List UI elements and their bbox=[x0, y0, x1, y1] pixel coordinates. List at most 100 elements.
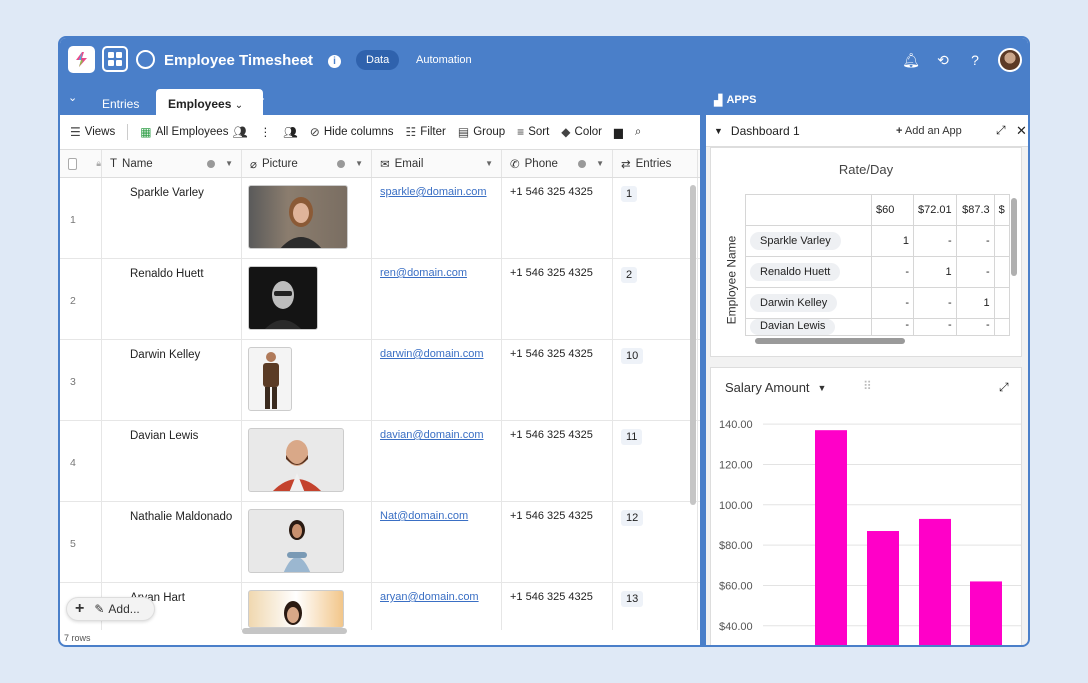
picture-cell[interactable] bbox=[242, 340, 372, 420]
pivot-vertical-scrollbar[interactable] bbox=[1011, 198, 1017, 276]
entries-cell[interactable]: 2 bbox=[613, 259, 698, 339]
entries-badge[interactable]: 13 bbox=[621, 591, 644, 607]
chevron-down-icon[interactable]: ▼ bbox=[596, 159, 604, 168]
app-logo[interactable] bbox=[68, 46, 95, 73]
picture-cell[interactable] bbox=[242, 421, 372, 501]
table-row[interactable]: 3 Darwin Kelley darwin@domain.com +1 546… bbox=[60, 340, 700, 421]
email-cell[interactable]: aryan@domain.com bbox=[372, 583, 502, 630]
column-header-picture[interactable]: ⌀ Picture ▼ bbox=[242, 150, 372, 177]
search-icon[interactable]: ⌕ bbox=[635, 126, 641, 139]
color-button[interactable]: ◆ Color bbox=[561, 125, 602, 139]
table-row[interactable]: Aryan Hart aryan@domain.com +1 546 325 4… bbox=[60, 583, 700, 630]
view-selector[interactable]: ▦ All Employees 👥︎ bbox=[140, 125, 247, 139]
entries-badge[interactable]: 10 bbox=[621, 348, 644, 364]
group-button[interactable]: ▤ Group bbox=[458, 125, 505, 139]
sort-button[interactable]: ≡ Sort bbox=[517, 125, 549, 139]
title-chevron-icon[interactable]: ⌄ bbox=[303, 53, 312, 66]
column-options-icon[interactable] bbox=[337, 159, 345, 168]
email-link[interactable]: sparkle@domain.com bbox=[380, 186, 487, 198]
tab-employees[interactable]: Employees ⌄ bbox=[156, 89, 264, 115]
share-people-icon[interactable]: 👥︎ bbox=[283, 125, 298, 139]
add-row-button[interactable]: + ✎ Add... bbox=[66, 597, 155, 621]
name-cell[interactable]: Darwin Kelley bbox=[102, 340, 242, 420]
chevron-down-icon[interactable]: ▼ bbox=[355, 159, 363, 168]
name-cell[interactable]: Renaldo Huett bbox=[102, 259, 242, 339]
history-icon[interactable]: ⟲ bbox=[934, 51, 952, 69]
views-button[interactable]: ☰ Views bbox=[70, 125, 115, 139]
entries-cell[interactable]: 13 bbox=[613, 583, 698, 630]
column-header-name[interactable]: T Name ▼ bbox=[102, 150, 242, 177]
apps-grid-icon[interactable] bbox=[102, 46, 128, 72]
phone-cell[interactable]: +1 546 325 4325 bbox=[502, 421, 613, 501]
email-link[interactable]: Nat@domain.com bbox=[380, 510, 468, 522]
entries-badge[interactable]: 1 bbox=[621, 186, 638, 202]
add-app-button[interactable]: + Add an App bbox=[896, 125, 962, 137]
column-options-icon[interactable] bbox=[578, 159, 586, 168]
filter-button[interactable]: ☷ Filter bbox=[406, 125, 446, 139]
email-cell[interactable]: darwin@domain.com bbox=[372, 340, 502, 420]
chart-bar[interactable] bbox=[815, 430, 847, 647]
email-link[interactable]: aryan@domain.com bbox=[380, 591, 479, 603]
table-row[interactable]: 4 Davian Lewis davian@domain.com +1 546 … bbox=[60, 421, 700, 502]
table-row[interactable]: 1 Sparkle Varley sparkle@domain.com +1 5… bbox=[60, 178, 700, 259]
column-header-entries[interactable]: ⇄ Entries bbox=[613, 150, 698, 177]
phone-cell[interactable]: +1 546 325 4325 bbox=[502, 502, 613, 582]
tab-entries[interactable]: Entries bbox=[90, 89, 151, 115]
email-cell[interactable]: davian@domain.com bbox=[372, 421, 502, 501]
entries-badge[interactable]: 2 bbox=[621, 267, 638, 283]
tab-automation[interactable]: Automation bbox=[416, 54, 472, 66]
chevron-down-icon[interactable]: ▼ bbox=[225, 159, 233, 168]
picture-cell[interactable] bbox=[242, 583, 372, 630]
picture-cell[interactable] bbox=[242, 502, 372, 582]
name-cell[interactable]: Nathalie Maldonado bbox=[102, 502, 242, 582]
phone-cell[interactable]: +1 546 325 4325 bbox=[502, 340, 613, 420]
phone-cell[interactable]: +1 546 325 4325 bbox=[502, 583, 613, 630]
email-cell[interactable]: ren@domain.com bbox=[372, 259, 502, 339]
info-icon[interactable]: i bbox=[328, 55, 341, 68]
tabs-chevron-icon[interactable]: ⌄ bbox=[68, 91, 77, 104]
table-row[interactable]: 2 Renaldo Huett ren@domain.com +1 546 32… bbox=[60, 259, 700, 340]
email-cell[interactable]: Nat@domain.com bbox=[372, 502, 502, 582]
entries-badge[interactable]: 11 bbox=[621, 429, 643, 445]
workspace-icon[interactable] bbox=[136, 50, 155, 69]
picture-cell[interactable] bbox=[242, 259, 372, 339]
name-cell[interactable]: Davian Lewis bbox=[102, 421, 242, 501]
help-icon[interactable]: ? bbox=[966, 51, 984, 69]
vertical-scrollbar[interactable] bbox=[690, 185, 696, 505]
pivot-horizontal-scrollbar[interactable] bbox=[755, 338, 905, 344]
hide-columns-button[interactable]: ⊘ Hide columns bbox=[310, 125, 394, 139]
entries-cell[interactable]: 12 bbox=[613, 502, 698, 582]
tab-data[interactable]: Data bbox=[356, 50, 400, 70]
add-table-button[interactable]: + bbox=[256, 91, 265, 108]
chevron-down-icon[interactable]: ▼ bbox=[714, 126, 723, 136]
picture-cell[interactable] bbox=[242, 178, 372, 258]
email-cell[interactable]: sparkle@domain.com bbox=[372, 178, 502, 258]
entries-cell[interactable]: 10 bbox=[613, 340, 698, 420]
dashboard-name[interactable]: Dashboard 1 bbox=[731, 124, 800, 138]
app-title[interactable]: Employee Timesheet bbox=[164, 52, 313, 69]
chart-bar[interactable] bbox=[867, 531, 899, 647]
column-options-icon[interactable] bbox=[207, 159, 215, 168]
name-cell[interactable]: Sparkle Varley bbox=[102, 178, 242, 258]
email-link[interactable]: ren@domain.com bbox=[380, 267, 467, 279]
avatar[interactable] bbox=[998, 48, 1022, 72]
entries-badge[interactable]: 12 bbox=[621, 510, 644, 526]
column-header-email[interactable]: ✉ Email ▼ bbox=[372, 150, 502, 177]
entries-cell[interactable]: 1 bbox=[613, 178, 698, 258]
close-icon[interactable]: ✕ bbox=[1016, 123, 1027, 139]
chart-bar[interactable] bbox=[970, 581, 1002, 647]
bell-icon[interactable]: 🔔︎ bbox=[902, 51, 920, 69]
table-row[interactable]: 5 Nathalie Maldonado Nat@domain.com +1 5… bbox=[60, 502, 700, 583]
column-header-phone[interactable]: ✆ Phone ▼ bbox=[502, 150, 613, 177]
chart-bar[interactable] bbox=[919, 518, 951, 647]
phone-cell[interactable]: +1 546 325 4325 bbox=[502, 178, 613, 258]
expand-icon[interactable]: ⤢ bbox=[996, 123, 1006, 138]
phone-cell[interactable]: +1 546 325 4325 bbox=[502, 259, 613, 339]
row-height-icon[interactable]: ▆ bbox=[614, 125, 623, 139]
email-link[interactable]: darwin@domain.com bbox=[380, 348, 484, 360]
select-all-checkbox[interactable] bbox=[68, 157, 78, 170]
email-link[interactable]: davian@domain.com bbox=[380, 429, 484, 441]
chevron-down-icon[interactable]: ▼ bbox=[485, 159, 493, 168]
horizontal-scrollbar[interactable] bbox=[242, 628, 347, 634]
more-options-icon[interactable]: ⋮ bbox=[260, 125, 272, 139]
